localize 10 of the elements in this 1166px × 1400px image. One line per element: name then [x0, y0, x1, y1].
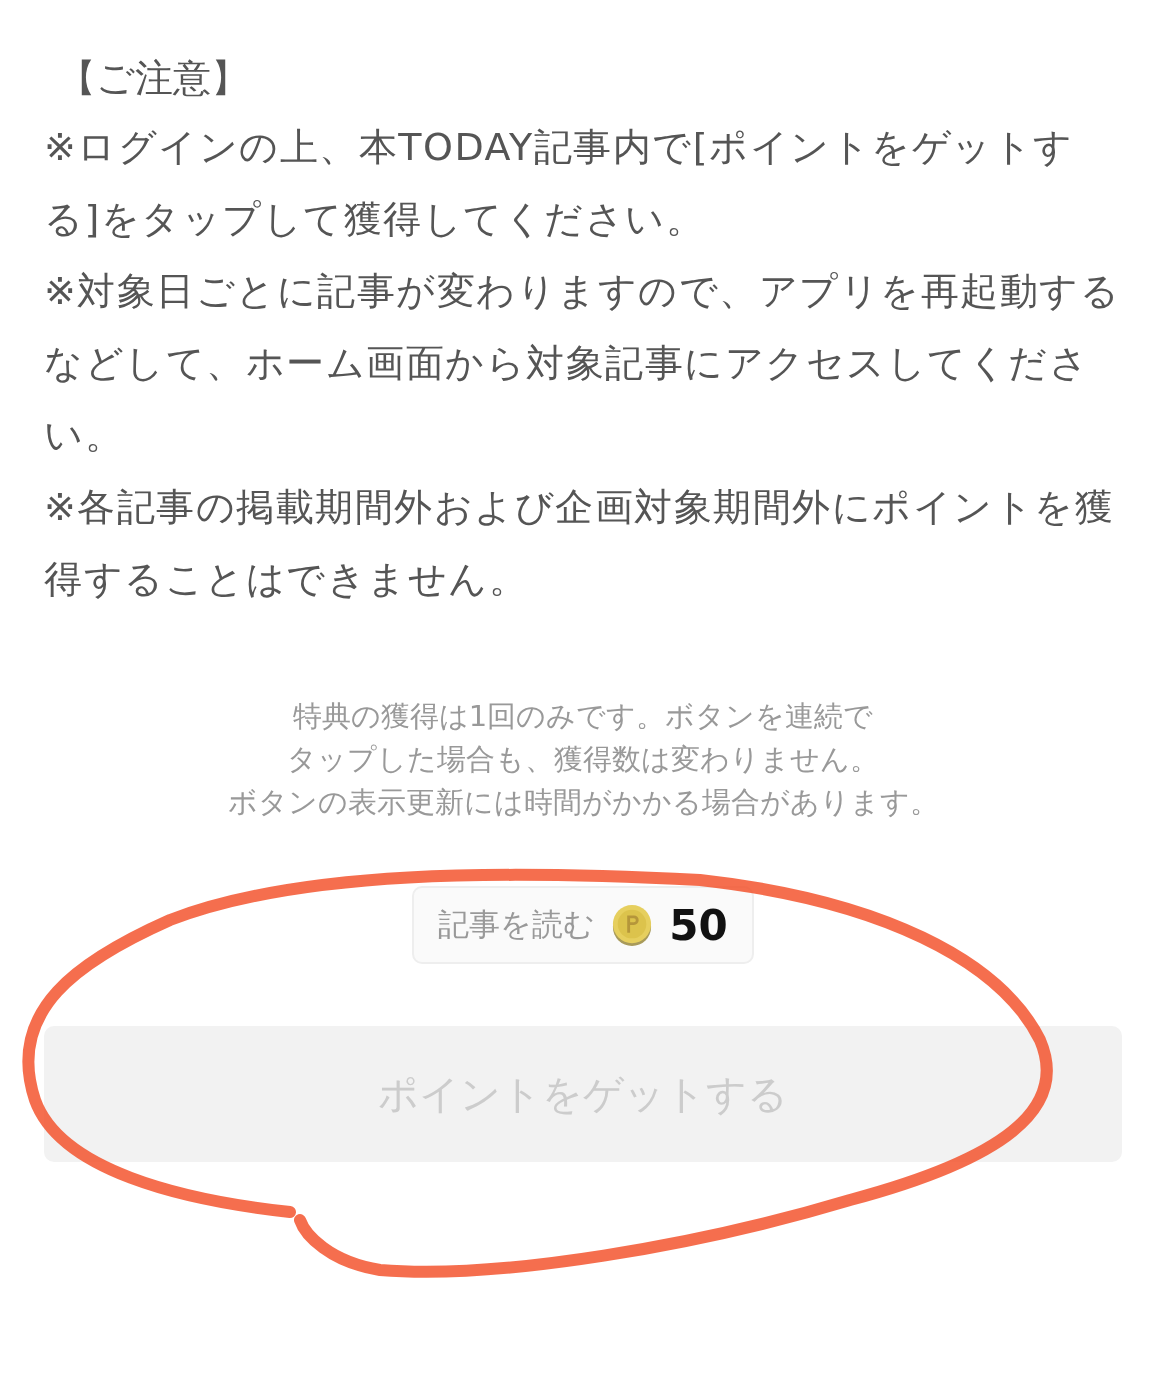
info-text: タップした場合も、獲得数は変わりません。 — [287, 741, 879, 778]
reward-label: 記事を読む — [438, 905, 596, 944]
notice-text: ※ログインの上、本TODAY記事内で[ポイントをゲットする]をタップして獲得してください。 — [44, 124, 1075, 243]
info-text: ボタンの表示更新には時間がかかる場合があります。 — [227, 784, 939, 821]
notice-heading: 【ご注意】 — [58, 55, 250, 102]
points-value: 50 — [669, 900, 728, 950]
info-text: 特典の獲得は1回のみです。ボタンを連続で — [292, 698, 874, 735]
notice-text: ※対象日ごとに記事が変わりますので、アプリを再起動するなどして、ホーム画面から対象記事にアクセスしてください。 — [44, 268, 1122, 459]
notice-text: ※各記事の掲載期間外および企画対象期間外にポイントを獲得することはできません。 — [44, 484, 1116, 603]
coin-icon — [611, 904, 654, 946]
